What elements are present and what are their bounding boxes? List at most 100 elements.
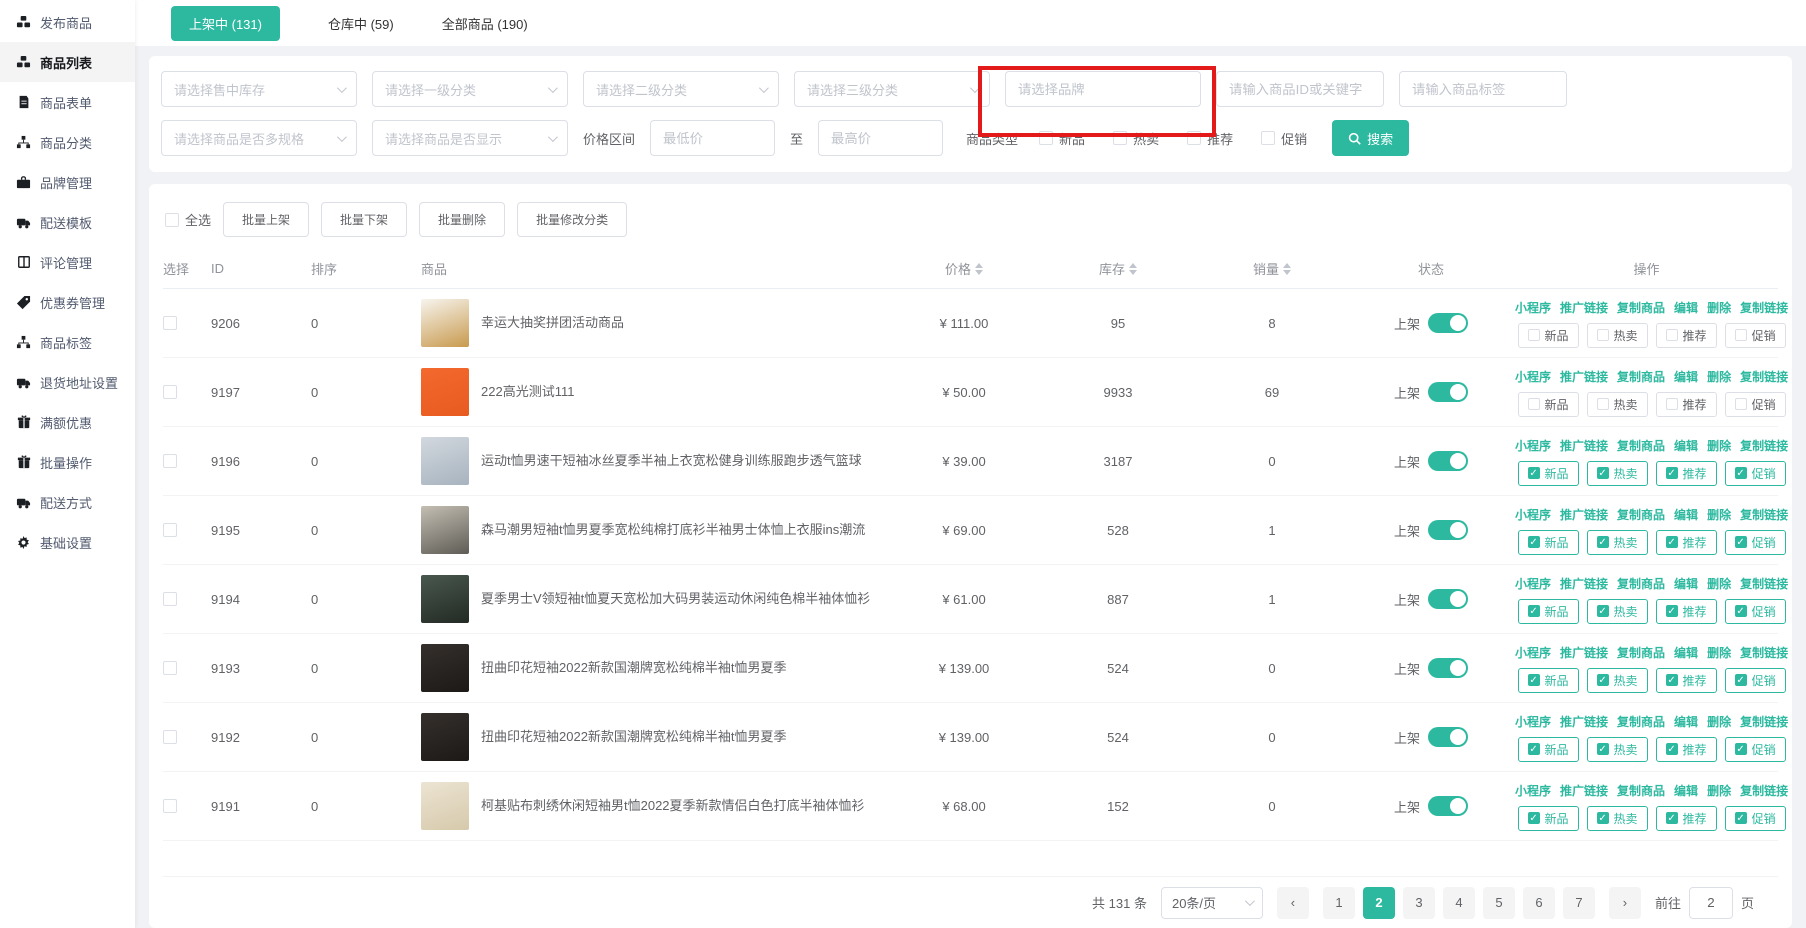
type-checkbox-热卖[interactable]: 热卖	[1113, 129, 1159, 148]
action-link-小程序[interactable]: 小程序	[1515, 713, 1551, 730]
page-button-5[interactable]: 5	[1483, 887, 1515, 919]
action-link-复制链接[interactable]: 复制链接	[1740, 368, 1788, 385]
tag-button-促销[interactable]: ✓促销	[1725, 737, 1786, 762]
batch-button[interactable]: 批量下架	[321, 202, 407, 237]
action-link-复制链接[interactable]: 复制链接	[1740, 437, 1788, 454]
tag-button-热卖[interactable]: ✓热卖	[1587, 530, 1648, 555]
tag-button-促销[interactable]: ✓促销	[1725, 599, 1786, 624]
tag-button-新品[interactable]: ✓新品	[1518, 599, 1579, 624]
action-link-删除[interactable]: 删除	[1707, 299, 1731, 316]
sidebar-item-13[interactable]: 配送方式	[0, 482, 135, 522]
action-link-复制商品[interactable]: 复制商品	[1617, 782, 1665, 799]
tag-button-推荐[interactable]: ✓推荐	[1656, 599, 1717, 624]
tag-button-新品[interactable]: ✓新品	[1518, 668, 1579, 693]
row-checkbox[interactable]	[163, 316, 177, 330]
action-link-推广链接[interactable]: 推广链接	[1560, 299, 1608, 316]
action-link-小程序[interactable]: 小程序	[1515, 782, 1551, 799]
sidebar-item-6[interactable]: 配送模板	[0, 202, 135, 242]
tab-2[interactable]: 仓库中 (59)	[328, 14, 394, 33]
keyword-input[interactable]	[1216, 71, 1384, 107]
action-link-编辑[interactable]: 编辑	[1674, 782, 1698, 799]
tag-button-推荐[interactable]: ✓推荐	[1656, 668, 1717, 693]
sidebar-item-10[interactable]: 退货地址设置	[0, 362, 135, 402]
page-button-4[interactable]: 4	[1443, 887, 1475, 919]
action-link-小程序[interactable]: 小程序	[1515, 575, 1551, 592]
sidebar-item-4[interactable]: 商品分类	[0, 122, 135, 162]
filter-select[interactable]: 请选择三级分类	[794, 71, 990, 107]
tab-1[interactable]: 上架中 (131)	[171, 6, 280, 41]
tab-3[interactable]: 全部商品 (190)	[442, 14, 528, 33]
row-checkbox[interactable]	[163, 592, 177, 606]
tag-button-推荐[interactable]: ✓推荐	[1656, 461, 1717, 486]
row-checkbox[interactable]	[163, 454, 177, 468]
action-link-推广链接[interactable]: 推广链接	[1560, 575, 1608, 592]
action-link-复制链接[interactable]: 复制链接	[1740, 782, 1788, 799]
sidebar-item-9[interactable]: 商品标签	[0, 322, 135, 362]
tag-button-促销[interactable]: 促销	[1725, 392, 1786, 417]
action-link-复制商品[interactable]: 复制商品	[1617, 713, 1665, 730]
tag-button-热卖[interactable]: 热卖	[1587, 392, 1648, 417]
filter-select[interactable]: 请选择售中库存	[161, 71, 357, 107]
tag-button-促销[interactable]: ✓促销	[1725, 668, 1786, 693]
tag-button-推荐[interactable]: ✓推荐	[1656, 806, 1717, 831]
action-link-推广链接[interactable]: 推广链接	[1560, 782, 1608, 799]
sidebar-item-8[interactable]: 优惠券管理	[0, 282, 135, 322]
action-link-删除[interactable]: 删除	[1707, 506, 1731, 523]
status-toggle[interactable]	[1428, 796, 1468, 816]
action-link-删除[interactable]: 删除	[1707, 575, 1731, 592]
action-link-编辑[interactable]: 编辑	[1674, 437, 1698, 454]
action-link-删除[interactable]: 删除	[1707, 782, 1731, 799]
row-checkbox[interactable]	[163, 661, 177, 675]
next-page-button[interactable]: ›	[1609, 887, 1641, 919]
batch-button[interactable]: 批量上架	[223, 202, 309, 237]
status-toggle[interactable]	[1428, 382, 1468, 402]
search-button[interactable]: 搜索	[1332, 120, 1409, 156]
sidebar-item-2[interactable]: 商品列表	[0, 42, 135, 82]
action-link-编辑[interactable]: 编辑	[1674, 368, 1698, 385]
page-button-6[interactable]: 6	[1523, 887, 1555, 919]
status-toggle[interactable]	[1428, 658, 1468, 678]
status-toggle[interactable]	[1428, 589, 1468, 609]
status-toggle[interactable]	[1428, 451, 1468, 471]
page-button-1[interactable]: 1	[1323, 887, 1355, 919]
tag-button-推荐[interactable]: ✓推荐	[1656, 737, 1717, 762]
max-price-input[interactable]	[818, 120, 943, 156]
prev-page-button[interactable]: ‹	[1277, 887, 1309, 919]
page-size-select[interactable]: 20条/页	[1161, 887, 1263, 919]
action-link-编辑[interactable]: 编辑	[1674, 575, 1698, 592]
action-link-复制链接[interactable]: 复制链接	[1740, 506, 1788, 523]
sidebar-item-7[interactable]: 评论管理	[0, 242, 135, 282]
tag-button-推荐[interactable]: 推荐	[1656, 392, 1717, 417]
tag-button-新品[interactable]: ✓新品	[1518, 530, 1579, 555]
type-checkbox-新品[interactable]: 新品	[1039, 129, 1085, 148]
select-all-checkbox[interactable]	[165, 213, 179, 227]
sidebar-item-1[interactable]: 发布商品	[0, 2, 135, 42]
action-link-删除[interactable]: 删除	[1707, 368, 1731, 385]
status-toggle[interactable]	[1428, 727, 1468, 747]
sidebar-item-11[interactable]: 满额优惠	[0, 402, 135, 442]
action-link-推广链接[interactable]: 推广链接	[1560, 713, 1608, 730]
action-link-推广链接[interactable]: 推广链接	[1560, 437, 1608, 454]
sidebar-item-3[interactable]: 商品表单	[0, 82, 135, 122]
row-checkbox[interactable]	[163, 730, 177, 744]
status-toggle[interactable]	[1428, 313, 1468, 333]
action-link-编辑[interactable]: 编辑	[1674, 506, 1698, 523]
tag-button-热卖[interactable]: ✓热卖	[1587, 737, 1648, 762]
tag-button-热卖[interactable]: ✓热卖	[1587, 668, 1648, 693]
filter-select[interactable]: 请选择二级分类	[583, 71, 779, 107]
tag-button-热卖[interactable]: ✓热卖	[1587, 599, 1648, 624]
action-link-小程序[interactable]: 小程序	[1515, 644, 1551, 661]
tag-button-新品[interactable]: ✓新品	[1518, 737, 1579, 762]
action-link-复制链接[interactable]: 复制链接	[1740, 713, 1788, 730]
action-link-编辑[interactable]: 编辑	[1674, 644, 1698, 661]
action-link-复制商品[interactable]: 复制商品	[1617, 644, 1665, 661]
type-checkbox-推荐[interactable]: 推荐	[1187, 129, 1233, 148]
action-link-推广链接[interactable]: 推广链接	[1560, 368, 1608, 385]
tag-button-促销[interactable]: ✓促销	[1725, 806, 1786, 831]
tag-button-促销[interactable]: ✓促销	[1725, 461, 1786, 486]
action-link-推广链接[interactable]: 推广链接	[1560, 506, 1608, 523]
action-link-小程序[interactable]: 小程序	[1515, 437, 1551, 454]
status-toggle[interactable]	[1428, 520, 1468, 540]
stock-sort-control[interactable]	[1129, 263, 1137, 275]
filter-select[interactable]: 请选择一级分类	[372, 71, 568, 107]
